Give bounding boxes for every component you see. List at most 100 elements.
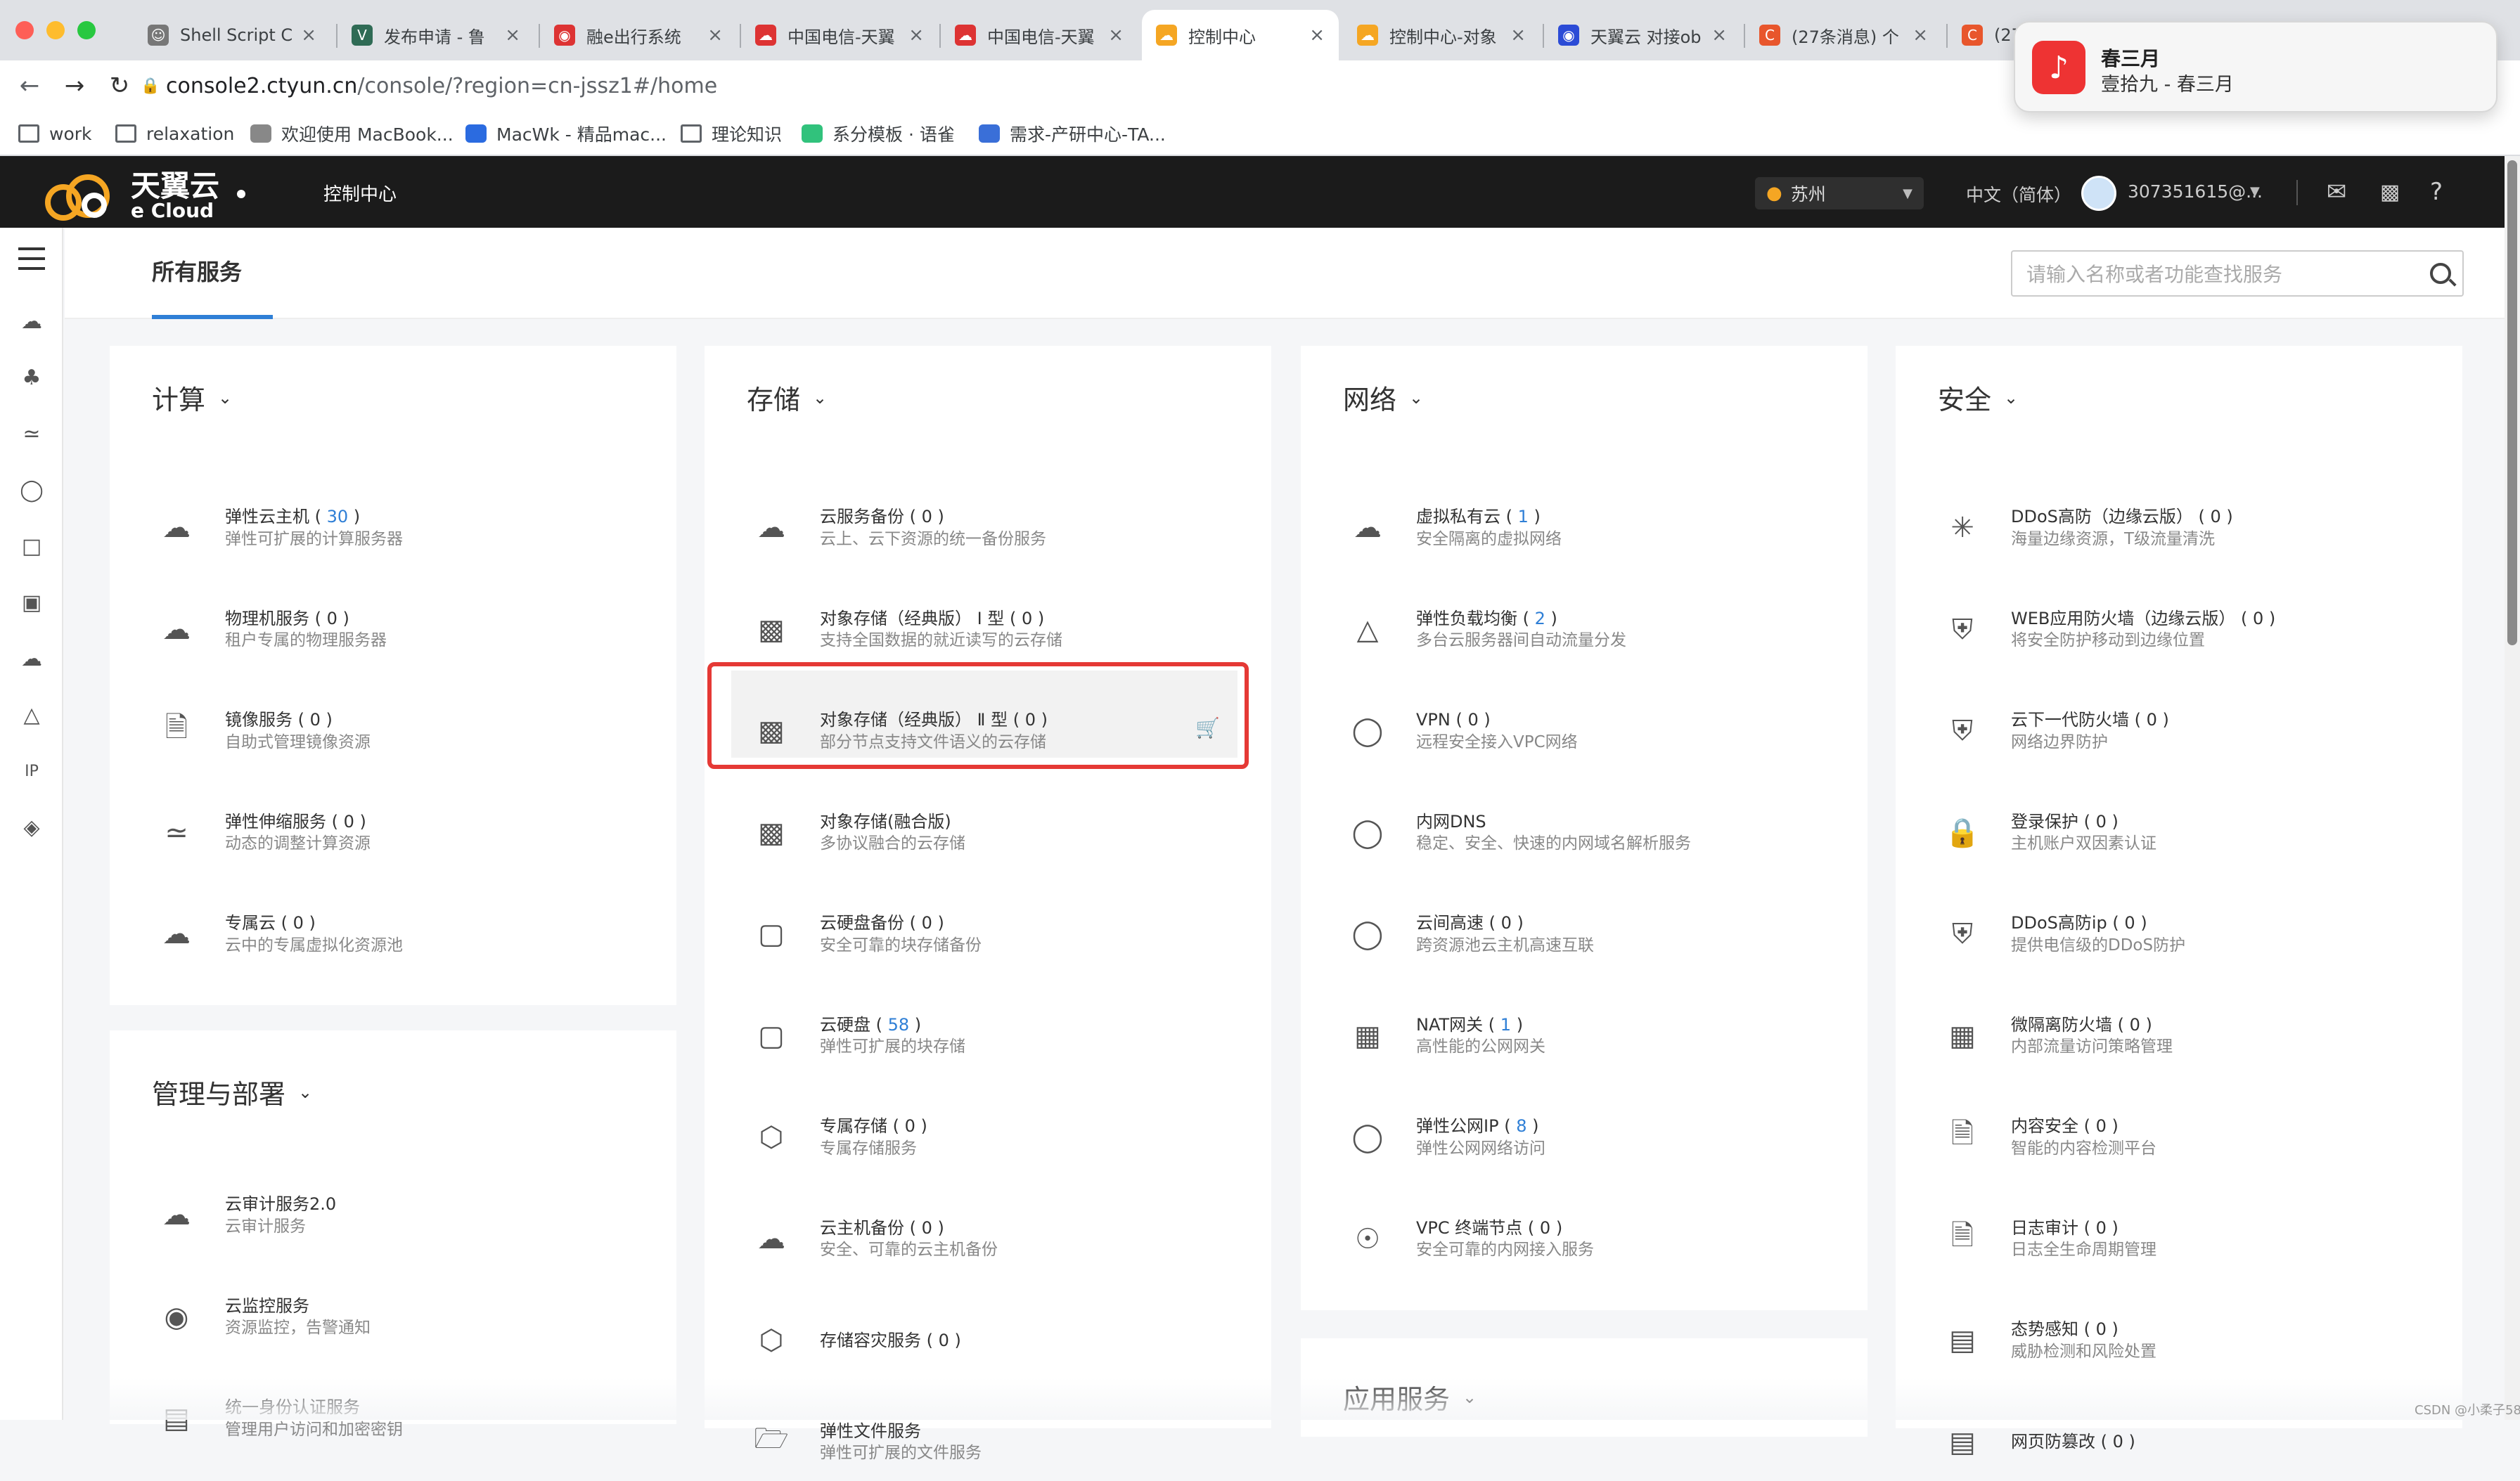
service-item[interactable]: ☁ 虚拟私有云 ( 1 ) 安全隔离的虚拟网络: [1343, 489, 1821, 567]
bookmark-item[interactable]: relaxation: [115, 118, 234, 149]
service-item[interactable]: ☁ 云主机备份 ( 0 ) 安全、可靠的云主机备份: [747, 1201, 1225, 1278]
service-item[interactable]: 🗎 日志审计 ( 0 ) 日志全生命周期管理: [1938, 1201, 2416, 1278]
service-item[interactable]: ☁ 云服务备份 ( 0 ) 云上、云下资源的统一备份服务: [747, 489, 1225, 567]
close-tab-icon[interactable]: ×: [1309, 25, 1325, 46]
scrollbar-thumb[interactable]: [2507, 160, 2517, 645]
lock-icon[interactable]: 🔒: [135, 70, 166, 101]
card-title[interactable]: 计算 ⌄: [152, 378, 232, 417]
card-title[interactable]: 应用服务 ⌄: [1343, 1378, 1477, 1416]
service-item[interactable]: ▢ 云硬盘备份 ( 0 ) 安全可靠的块存储备份: [747, 895, 1225, 973]
bookmark-item[interactable]: 系分模板 · 语雀: [802, 118, 955, 149]
browser-tab[interactable]: ◉ 天翼云 对接ob ×: [1544, 10, 1741, 60]
browser-tab[interactable]: ◉ 融e出行系统 ×: [540, 10, 737, 60]
caret-down-icon[interactable]: ▼: [2250, 184, 2260, 199]
service-item[interactable]: ▩ 对象存储（经典版） Ⅱ 型 ( 0 ) 部分节点支持文件语义的云存储 🛒: [747, 692, 1225, 770]
service-item[interactable]: ☁ 云审计服务2.0 云审计服务: [152, 1177, 630, 1254]
service-item[interactable]: ▢ 云硬盘 ( 58 ) 弹性可扩展的块存储: [747, 997, 1225, 1075]
service-item[interactable]: ⛨ WEB应用防火墙（边缘云版） ( 0 ) 将安全防护移动到边缘位置: [1938, 591, 2416, 668]
card-title[interactable]: 存储 ⌄: [747, 378, 827, 417]
notification-banner[interactable]: ♪ 春三月 壹拾九 - 春三月: [2014, 21, 2498, 112]
nav-console-link[interactable]: 控制中心: [323, 180, 397, 206]
service-item[interactable]: ◯ 云间高速 ( 0 ) 跨资源池云主机高速互联: [1343, 895, 1821, 973]
service-item[interactable]: ☁ 物理机服务 ( 0 ) 租户专属的物理服务器: [152, 591, 630, 668]
service-item[interactable]: ▦ 微隔离防火墙 ( 0 ) 内部流量访问策略管理: [1938, 997, 2416, 1075]
service-item[interactable]: ▤ 统一身份认证服务 管理用户访问和加密密钥: [152, 1380, 630, 1457]
menu-icon[interactable]: [18, 247, 45, 277]
chart-icon[interactable]: ▩: [2374, 176, 2406, 208]
service-item[interactable]: ⬡ 专属存储 ( 0 ) 专属存储服务: [747, 1099, 1225, 1176]
search-input[interactable]: [2026, 259, 2420, 290]
browser-tab[interactable]: V 发布申请 - 鲁 ×: [338, 10, 534, 60]
bookmark-item[interactable]: 理论知识: [681, 118, 782, 149]
service-item[interactable]: ☁ 弹性云主机 ( 30 ) 弹性可扩展的计算服务器: [152, 489, 630, 567]
close-tab-icon[interactable]: ×: [1108, 25, 1124, 46]
service-item[interactable]: △ 弹性负载均衡 ( 2 ) 多台云服务器间自动流量分发: [1343, 591, 1821, 668]
close-window-button[interactable]: [15, 21, 34, 39]
service-item[interactable]: ⬡ 存储容灾服务 ( 0 ): [747, 1302, 1225, 1379]
bookmark-item[interactable]: 欢迎使用 MacBook...: [250, 118, 454, 149]
file-icon[interactable]: □: [17, 531, 46, 561]
service-item[interactable]: ▩ 对象存储（经典版） Ⅰ 型 ( 0 ) 支持全国数据的就近读写的云存储: [747, 591, 1225, 668]
language-switch[interactable]: 中文（简体）: [1966, 181, 2071, 207]
close-tab-icon[interactable]: ×: [707, 25, 723, 46]
ip-icon[interactable]: IP: [17, 756, 46, 786]
card-title[interactable]: 管理与部署 ⌄: [152, 1073, 312, 1111]
tab-all-services[interactable]: 所有服务: [152, 254, 242, 287]
close-tab-icon[interactable]: ×: [1510, 25, 1526, 46]
autoscale-icon[interactable]: ≃: [17, 419, 46, 448]
service-item[interactable]: ◉ 云监控服务 资源监控，告警通知: [152, 1279, 630, 1356]
service-item[interactable]: ▩ 对象存储(融合版) 多协议融合的云存储: [747, 794, 1225, 872]
service-item[interactable]: 🗎 镜像服务 ( 0 ) 自助式管理镜像资源: [152, 692, 630, 770]
browser-tab[interactable]: ☁ 中国电信-天翼 ×: [741, 10, 938, 60]
zoom-window-button[interactable]: [77, 21, 96, 39]
minimize-window-button[interactable]: [46, 21, 65, 39]
browser-tab[interactable]: ☺ Shell Script C ×: [134, 10, 330, 60]
close-tab-icon[interactable]: ×: [1711, 25, 1727, 46]
bookmark-item[interactable]: 需求-产研中心-TA...: [979, 118, 1166, 149]
browser-tab[interactable]: ☁ 控制中心 ×: [1142, 10, 1339, 60]
vpc-icon[interactable]: ☁: [17, 644, 46, 673]
server-cloud-icon[interactable]: ☁: [17, 306, 46, 336]
browser-tab[interactable]: ☁ 中国电信-天翼 ×: [941, 10, 1138, 60]
service-item[interactable]: ☉ VPC 终端节点 ( 0 ) 安全可靠的内网接入服务: [1343, 1201, 1821, 1278]
ctyun-logo[interactable]: 天翼云 e Cloud: [42, 172, 219, 221]
service-item[interactable]: ▤ 网页防篡改 ( 0 ): [1938, 1404, 2416, 1481]
service-item[interactable]: 🔒 登录保护 ( 0 ) 主机账户双因素认证: [1938, 794, 2416, 872]
service-item[interactable]: ☁ 专属云 ( 0 ) 云中的专属虚拟化资源池: [152, 895, 630, 973]
service-item[interactable]: 🗎 内容安全 ( 0 ) 智能的内容检测平台: [1938, 1099, 2416, 1176]
user-account[interactable]: 307351615@...: [2128, 181, 2263, 202]
bookmark-item[interactable]: MacWk - 精品mac...: [465, 118, 667, 149]
service-item[interactable]: 🗁 弹性文件服务 弹性可扩展的文件服务: [747, 1404, 1225, 1481]
close-tab-icon[interactable]: ×: [908, 25, 924, 46]
card-title[interactable]: 网络 ⌄: [1343, 378, 1423, 417]
browser-tab[interactable]: ☁ 控制中心-对象 ×: [1343, 10, 1540, 60]
load-balancer-icon[interactable]: △: [17, 700, 46, 730]
object-storage-icon[interactable]: ▣: [17, 588, 46, 617]
search-icon[interactable]: [2430, 263, 2451, 284]
service-item[interactable]: ▤ 态势感知 ( 0 ) 威胁检测和风险处置: [1938, 1302, 2416, 1379]
help-icon[interactable]: ?: [2420, 176, 2452, 208]
browser-tab[interactable]: C (27条消息) 个 ×: [1745, 10, 1942, 60]
url-field[interactable]: console2.ctyun.cn/console/?region=cn-jss…: [166, 70, 717, 101]
mail-icon[interactable]: ✉: [2320, 176, 2353, 208]
service-item[interactable]: ▦ NAT网关 ( 1 ) 高性能的公网网关: [1343, 997, 1821, 1075]
bookmark-item[interactable]: work: [18, 118, 92, 149]
back-arrow-icon[interactable]: ←: [14, 70, 45, 101]
reload-icon[interactable]: ↻: [104, 70, 135, 101]
close-tab-icon[interactable]: ×: [301, 25, 316, 46]
service-item[interactable]: ⛨ 云下一代防火墙 ( 0 ) 网络边界防护: [1938, 692, 2416, 770]
service-search[interactable]: [2011, 250, 2464, 297]
endpoint-icon[interactable]: ◈: [17, 813, 46, 842]
close-tab-icon[interactable]: ×: [505, 25, 520, 46]
service-item[interactable]: ◯ 弹性公网IP ( 8 ) 弹性公网网络访问: [1343, 1099, 1821, 1176]
card-title[interactable]: 安全 ⌄: [1938, 378, 2018, 417]
disk-icon[interactable]: ◯: [17, 475, 46, 505]
region-select[interactable]: ● 苏州 ▼: [1755, 177, 1924, 209]
close-tab-icon[interactable]: ×: [1912, 25, 1928, 46]
avatar[interactable]: [2081, 176, 2116, 211]
service-item[interactable]: ◯ 内网DNS 稳定、安全、快速的内网域名解析服务: [1343, 794, 1821, 872]
service-item[interactable]: ≃ 弹性伸缩服务 ( 0 ) 动态的调整计算资源: [152, 794, 630, 872]
service-item[interactable]: ⛨ DDoS高防ip ( 0 ) 提供电信级的DDoS防护: [1938, 895, 2416, 973]
service-item[interactable]: ✳ DDoS高防（边缘云版） ( 0 ) 海量边缘资源，T级流量清洗: [1938, 489, 2416, 567]
service-item[interactable]: ◯ VPN ( 0 ) 远程安全接入VPC网络: [1343, 692, 1821, 770]
